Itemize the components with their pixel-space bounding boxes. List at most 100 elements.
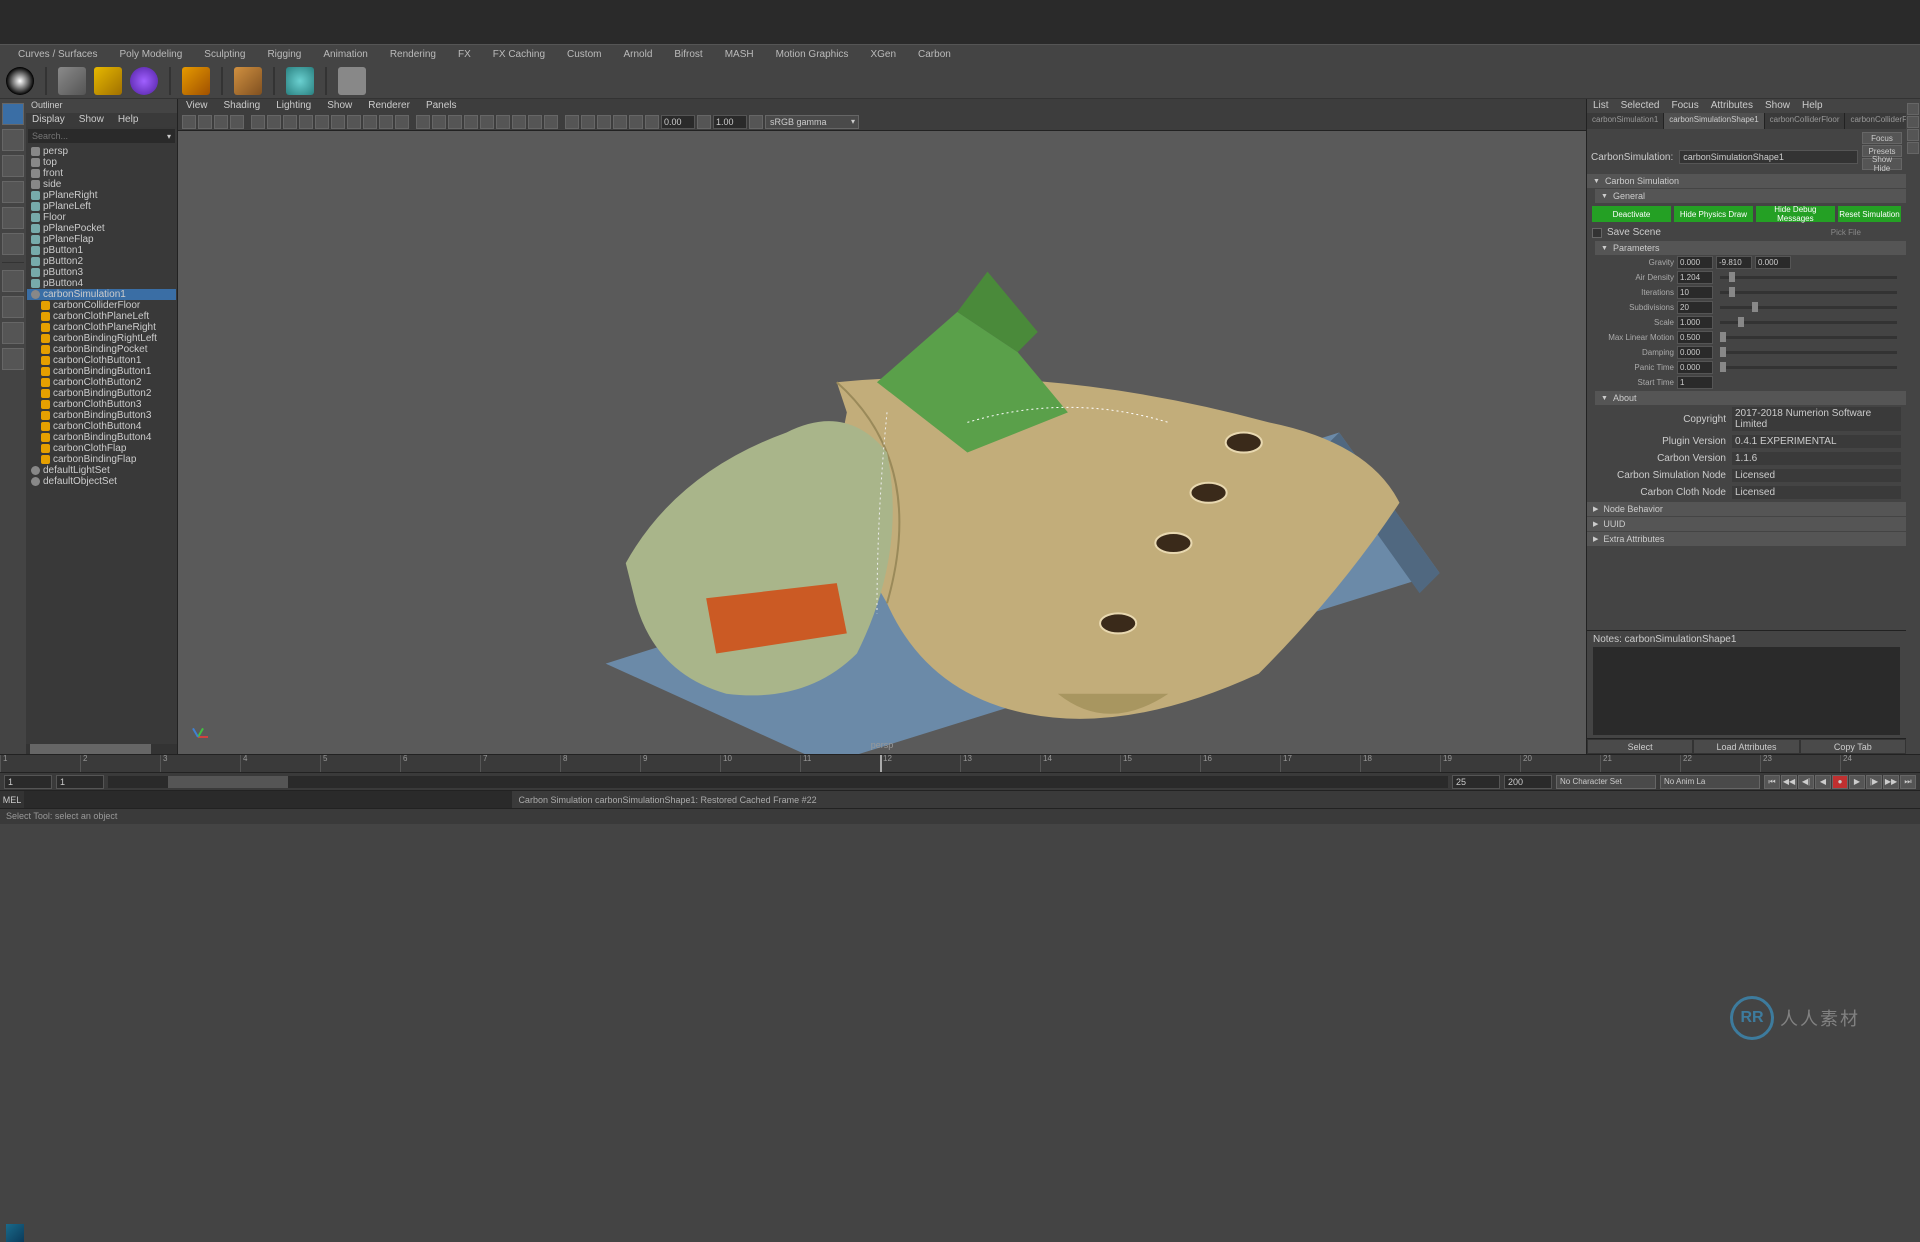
shelf-tab[interactable]: Arnold <box>613 46 662 63</box>
ae-tab[interactable]: carbonSimulationShape1 <box>1664 113 1764 129</box>
param-input[interactable]: 0.000 <box>1755 256 1791 269</box>
shelf-button-plane[interactable] <box>182 67 210 95</box>
cmd-mode-label[interactable]: MEL <box>0 791 24 808</box>
outliner-menu-show[interactable]: Show <box>79 114 104 126</box>
vp-btn[interactable] <box>565 115 579 129</box>
vp-btn[interactable] <box>528 115 542 129</box>
timeline-tick[interactable]: 17 <box>1280 755 1360 772</box>
ae-section-about[interactable]: About <box>1595 391 1906 405</box>
scale-tool[interactable] <box>2 233 24 255</box>
param-input[interactable]: 0.500 <box>1677 331 1713 344</box>
play-back-button[interactable]: ◀ <box>1815 775 1831 789</box>
ae-menu-list[interactable]: List <box>1593 100 1609 112</box>
play-button[interactable]: ▶ <box>1849 775 1865 789</box>
tree-item[interactable]: carbonBindingButton2 <box>27 388 176 399</box>
ae-menu-attributes[interactable]: Attributes <box>1711 100 1753 112</box>
param-input[interactable]: 0.000 <box>1677 361 1713 374</box>
reset-sim-button[interactable]: Reset Simulation <box>1838 206 1901 222</box>
shelf-button-misc2[interactable] <box>338 67 366 95</box>
shelf-tab[interactable]: Rigging <box>257 46 311 63</box>
vp-menu-view[interactable]: View <box>186 100 208 112</box>
ae-tab[interactable]: carbonSimulation1 <box>1587 113 1664 129</box>
ae-section-general[interactable]: General <box>1595 189 1906 203</box>
param-input[interactable]: 1.000 <box>1677 316 1713 329</box>
outliner-scrollbar[interactable] <box>26 744 177 754</box>
channel-icon[interactable] <box>1907 103 1919 115</box>
ae-section-simulation[interactable]: Carbon Simulation <box>1587 174 1906 188</box>
ae-tab[interactable]: carbonColliderFloorSh <box>1845 113 1906 129</box>
shelf-tab[interactable]: XGen <box>860 46 906 63</box>
shelf-tab[interactable]: Poly Modeling <box>109 46 192 63</box>
ae-section-uuid[interactable]: UUID <box>1587 517 1906 531</box>
timeline-tick[interactable]: 21 <box>1600 755 1680 772</box>
shelf-button-sphere2[interactable] <box>130 67 158 95</box>
tree-item[interactable]: carbonClothButton3 <box>27 399 176 410</box>
tree-item[interactable]: pButton3 <box>27 267 176 278</box>
vp-btn[interactable] <box>464 115 478 129</box>
timeline-current-frame[interactable] <box>880 755 882 772</box>
vp-btn[interactable] <box>315 115 329 129</box>
shelf-tab[interactable]: FX <box>448 46 481 63</box>
tree-item[interactable]: pButton4 <box>27 278 176 289</box>
outliner-menu-display[interactable]: Display <box>32 114 65 126</box>
channel-icon[interactable] <box>1907 129 1919 141</box>
tree-item[interactable]: carbonBindingFlap <box>27 454 176 465</box>
viewport-canvas[interactable]: persp <box>178 131 1586 754</box>
vp-btn[interactable] <box>395 115 409 129</box>
step-fwd-button[interactable]: ▶▶ <box>1883 775 1899 789</box>
param-slider[interactable] <box>1720 336 1897 339</box>
record-button[interactable]: ● <box>1832 775 1848 789</box>
timeline-tick[interactable]: 4 <box>240 755 320 772</box>
vp-gamma[interactable]: 1.00 <box>713 115 747 129</box>
vp-btn[interactable] <box>629 115 643 129</box>
vp-btn[interactable] <box>214 115 228 129</box>
layout-four[interactable] <box>2 296 24 318</box>
vp-btn[interactable] <box>581 115 595 129</box>
tree-item[interactable]: pButton2 <box>27 256 176 267</box>
range-slider-track[interactable] <box>108 776 1448 788</box>
vp-btn[interactable] <box>544 115 558 129</box>
param-slider[interactable] <box>1720 276 1897 279</box>
param-slider[interactable] <box>1720 366 1897 369</box>
ae-node-name[interactable]: carbonSimulationShape1 <box>1679 150 1858 164</box>
timeline-tick[interactable]: 24 <box>1840 755 1920 772</box>
outliner-tree[interactable]: persptopfrontsidepPlaneRightpPlaneLeftFl… <box>26 145 177 744</box>
tree-item[interactable]: carbonClothButton4 <box>27 421 176 432</box>
timeline-tick[interactable]: 18 <box>1360 755 1440 772</box>
tree-item[interactable]: carbonClothFlap <box>27 443 176 454</box>
ae-section-node-behavior[interactable]: Node Behavior <box>1587 502 1906 516</box>
tree-item[interactable]: Floor <box>27 212 176 223</box>
shelf-tab[interactable]: Custom <box>557 46 611 63</box>
timeline-tick[interactable]: 6 <box>400 755 480 772</box>
next-key-button[interactable]: |▶ <box>1866 775 1882 789</box>
ae-copy-tab-button[interactable]: Copy Tab <box>1800 739 1906 754</box>
outliner-menu-help[interactable]: Help <box>118 114 139 126</box>
vp-btn[interactable] <box>749 115 763 129</box>
param-input[interactable]: 1.204 <box>1677 271 1713 284</box>
timeline-tick[interactable]: 8 <box>560 755 640 772</box>
timeline-tick[interactable]: 14 <box>1040 755 1120 772</box>
timeline-tick[interactable]: 12 <box>880 755 960 772</box>
timeline-tick[interactable]: 13 <box>960 755 1040 772</box>
vp-menu-show[interactable]: Show <box>327 100 352 112</box>
shelf-tab[interactable]: Animation <box>313 46 377 63</box>
tree-item[interactable]: top <box>27 157 176 168</box>
shelf-tab[interactable]: FX Caching <box>483 46 555 63</box>
timeline-tick[interactable]: 23 <box>1760 755 1840 772</box>
shelf-button-cube[interactable] <box>58 67 86 95</box>
param-input[interactable]: -9.810 <box>1716 256 1752 269</box>
ae-menu-help[interactable]: Help <box>1802 100 1823 112</box>
time-slider[interactable]: 123456789101112131415161718192021222324 <box>0 754 1920 772</box>
param-input[interactable]: 1 <box>1677 376 1713 389</box>
shelf-tab[interactable]: Curves / Surfaces <box>8 46 107 63</box>
anim-layer-dropdown[interactable]: No Anim La <box>1660 775 1760 789</box>
vp-colorspace-dropdown[interactable]: sRGB gamma <box>765 115 859 129</box>
ae-tab[interactable]: carbonColliderFloor <box>1765 113 1846 129</box>
timeline-tick[interactable]: 1 <box>0 755 80 772</box>
vp-btn[interactable] <box>496 115 510 129</box>
param-input[interactable]: 20 <box>1677 301 1713 314</box>
timeline-tick[interactable]: 5 <box>320 755 400 772</box>
shelf-tab[interactable]: MASH <box>715 46 764 63</box>
ae-menu-focus[interactable]: Focus <box>1671 100 1698 112</box>
param-input[interactable]: 0.000 <box>1677 346 1713 359</box>
